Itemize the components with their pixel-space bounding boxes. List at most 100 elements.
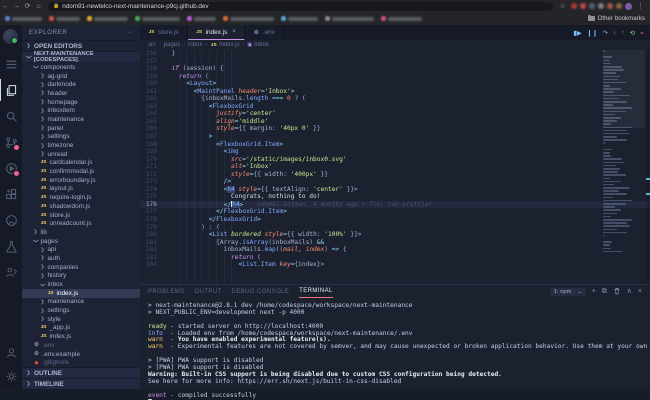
tree-item--env-example[interactable]: ⚙ .env.example: [22, 350, 140, 359]
tree-item-ag-grid[interactable]: ❯ ag-grid: [22, 72, 140, 81]
tree-item-companies[interactable]: ❯ companies: [22, 263, 140, 272]
timeline-section[interactable]: ❯ TIMELINE: [22, 378, 140, 389]
live-share-icon[interactable]: [0, 261, 22, 283]
tree-item-timezone[interactable]: ❯ timezone: [22, 141, 140, 150]
kill-terminal-icon[interactable]: [613, 287, 621, 297]
tree-item--app-js[interactable]: JS _app.js: [22, 324, 140, 333]
beaker-icon[interactable]: [0, 235, 22, 257]
open-editors-section[interactable]: ❯ OPEN EDITORS: [22, 40, 140, 51]
extension-icon[interactable]: [598, 3, 604, 9]
tree-item-confirmmodal-js[interactable]: JS confirmmodal.js: [22, 167, 140, 176]
tree-item-history[interactable]: ❯ history: [22, 272, 140, 281]
breadcrumb-item-index-js[interactable]: JS index.js: [210, 42, 240, 48]
tree-item-inboxitem[interactable]: ❯ inboxitem: [22, 106, 140, 115]
panel-tab-terminal[interactable]: TERMINAL: [299, 285, 333, 298]
tree-item--gitignore[interactable]: ◆ .gitignore: [22, 358, 140, 367]
source-control-icon[interactable]: [0, 131, 22, 153]
tree-item-shadowdom-js[interactable]: JS shadowdom.js: [22, 202, 140, 211]
debug-step-into-icon[interactable]: ↓: [613, 29, 616, 36]
breadcrumb-item-src[interactable]: src: [148, 42, 156, 48]
tree-item-cardcalendar-js[interactable]: JS cardcalendar.js: [22, 159, 140, 168]
bookmark-item[interactable]: [135, 16, 180, 21]
panel-tab-output[interactable]: OUTPUT: [195, 285, 222, 298]
breadcrumb-item-inbox[interactable]: ▣ Inbox: [247, 42, 268, 48]
extension-icon[interactable]: [571, 3, 577, 9]
debug-restart-icon[interactable]: ⟲: [630, 29, 635, 37]
tree-item-require-login-js[interactable]: JS require-login.js: [22, 193, 140, 202]
tree-item-index-js[interactable]: JS index.js: [22, 332, 140, 341]
tree-item-layout-js[interactable]: JS layout.js: [22, 185, 140, 194]
extension-icon[interactable]: [616, 3, 622, 9]
other-bookmarks[interactable]: Other bookmarks: [587, 14, 645, 22]
close-tab-icon[interactable]: ×: [232, 29, 236, 35]
new-terminal-icon[interactable]: +: [592, 288, 596, 295]
bookmark-item[interactable]: [281, 16, 318, 21]
bookmark-item[interactable]: [325, 16, 374, 21]
breadcrumb-item-inbox[interactable]: inbox: [188, 42, 202, 48]
debug-pause-icon[interactable]: ❙❙: [587, 29, 598, 37]
split-terminal-icon[interactable]: ⧉: [602, 288, 607, 295]
tab-index-js[interactable]: JS index.js ×: [187, 25, 245, 40]
bookmark-star-icon[interactable]: ☆: [557, 2, 568, 10]
tree-item-style[interactable]: ❯ style: [22, 315, 140, 324]
tree-item-maintenance[interactable]: ❯ maintenance: [22, 298, 140, 307]
debug-step-over-icon[interactable]: ↷: [603, 29, 608, 37]
tree-item-pages[interactable]: ❯ pages: [22, 237, 140, 246]
explorer-actions-icon[interactable]: ···: [125, 29, 134, 36]
search-icon[interactable]: [0, 105, 22, 127]
extension-icons[interactable]: [571, 3, 622, 9]
extensions-icon[interactable]: [0, 183, 22, 205]
debug-icon[interactable]: [0, 157, 22, 179]
reload-icon[interactable]: ⟳: [22, 2, 33, 10]
menu-icon[interactable]: [0, 53, 22, 75]
extension-icon[interactable]: [580, 3, 586, 9]
tree-item-api[interactable]: ❯ api: [22, 245, 140, 254]
back-icon[interactable]: ←: [0, 3, 11, 10]
tree-item-unread[interactable]: ❯ unread: [22, 150, 140, 159]
close-panel-icon[interactable]: ×: [638, 288, 642, 295]
panel-tab-debug-console[interactable]: DEBUG CONSOLE: [232, 285, 290, 298]
terminal[interactable]: > next-maintenance@2.8.1 dev /home/codes…: [140, 299, 650, 400]
code-editor[interactable]: 156 } 157 158 if (session) {159 return (16…: [140, 50, 650, 284]
tree-item-homepage[interactable]: ❯ homepage: [22, 98, 140, 107]
maximize-panel-icon[interactable]: ∧: [627, 288, 632, 295]
account-icon[interactable]: [0, 341, 22, 363]
extension-icon[interactable]: [589, 3, 595, 9]
tree-item-darkmode[interactable]: ❯ darkmode: [22, 80, 140, 89]
minimap[interactable]: [603, 50, 645, 284]
tree-item-index-js[interactable]: JS index.js: [22, 288, 140, 298]
home-icon[interactable]: ⌂: [33, 3, 44, 10]
tree-item-unreadcount-js[interactable]: JS unreadcount.js: [22, 219, 140, 228]
tab--env[interactable]: ⚙ .env: [244, 25, 284, 40]
bookmark-item[interactable]: [187, 16, 216, 21]
tab-store-js[interactable]: JS store.js: [140, 25, 188, 40]
bookmark-item[interactable]: [49, 16, 80, 21]
forward-icon[interactable]: →: [11, 3, 22, 10]
bookmark-item[interactable]: [223, 16, 274, 21]
tree-item-inbox[interactable]: ❯ inbox: [22, 280, 140, 289]
tree-item-header[interactable]: ❯ header: [22, 89, 140, 98]
workspace-section[interactable]: ❯ NEXT-MAINTENANCE [CODESPACES]: [22, 51, 140, 63]
browser-menu-icon[interactable]: ⋮: [635, 2, 646, 10]
tree-item--env[interactable]: ⚙ .env: [22, 341, 140, 350]
tree-item-errorboundary-js[interactable]: JS errorboundary.js: [22, 176, 140, 185]
codespaces-logo[interactable]: [3, 29, 18, 44]
panel-tab-problems[interactable]: PROBLEMS: [148, 285, 185, 298]
terminal-picker[interactable]: 1: npm ⌄: [549, 287, 586, 296]
debug-disconnect-icon[interactable]: ⌁: [640, 29, 644, 37]
settings-gear-icon[interactable]: [0, 365, 22, 387]
bookmark-item[interactable]: [381, 16, 422, 21]
tree-item-maintenance[interactable]: ❯ maintenance: [22, 115, 140, 124]
github-icon[interactable]: [0, 209, 22, 231]
bookmark-item[interactable]: [87, 16, 128, 21]
tree-item-settings[interactable]: ❯ settings: [22, 306, 140, 315]
debug-continue-icon[interactable]: ▮▶: [573, 29, 582, 37]
files-icon[interactable]: [0, 79, 22, 101]
debug-step-out-icon[interactable]: ↑: [621, 29, 624, 36]
outline-section[interactable]: ❯ OUTLINE: [22, 367, 140, 378]
address-bar[interactable]: 🔒 ndom91-newtelco-next-maintenance-p9cj.…: [48, 1, 553, 11]
bookmark-item[interactable]: [5, 16, 42, 21]
tree-item-components[interactable]: ❯ components: [22, 63, 140, 72]
overview-ruler[interactable]: [646, 50, 650, 284]
tree-item-store-js[interactable]: JS store.js: [22, 211, 140, 220]
